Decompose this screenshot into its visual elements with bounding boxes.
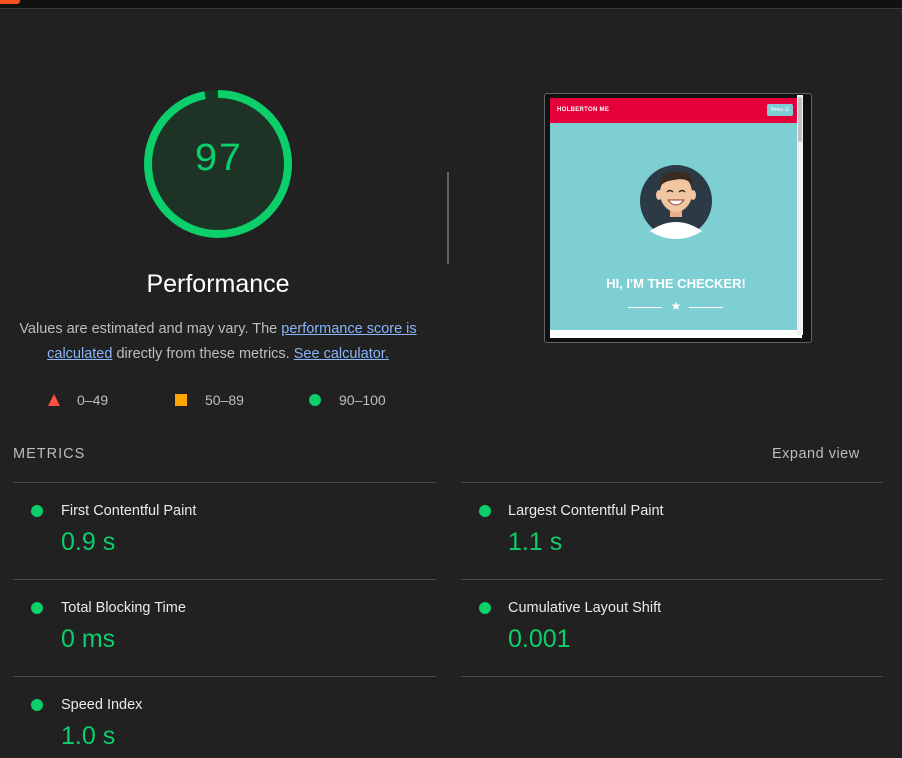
pass-circle-icon xyxy=(479,602,491,614)
screenshot-hero: HI, I'M THE CHECKER! ★ xyxy=(550,123,802,330)
screenshot-heading: HI, I'M THE CHECKER! xyxy=(606,276,746,291)
pass-circle-icon xyxy=(31,505,43,517)
pass-circle-icon xyxy=(479,505,491,517)
gauge-title: Performance xyxy=(146,270,290,298)
top-bar xyxy=(0,0,902,9)
see-calculator-link[interactable]: See calculator. xyxy=(294,346,389,362)
metrics-divider xyxy=(461,482,883,483)
score-value: 97 xyxy=(193,138,242,183)
description-prefix: Values are estimated and may vary. The xyxy=(19,321,282,337)
legend-average: 50–89 xyxy=(175,391,244,409)
pass-circle-icon xyxy=(31,699,43,711)
scrollbar-thumb xyxy=(798,97,802,142)
metrics-divider xyxy=(461,676,883,677)
circle-icon xyxy=(309,394,321,406)
vertical-divider xyxy=(447,172,449,264)
metric-title: Largest Contentful Paint xyxy=(508,503,664,519)
square-icon xyxy=(175,394,187,406)
metrics-header: METRICS xyxy=(13,446,86,462)
performance-gauge[interactable]: 97 xyxy=(142,88,294,240)
metric-value: 0.001 xyxy=(508,625,571,653)
lighthouse-logo-icon xyxy=(0,0,20,4)
star-icon: ★ xyxy=(670,299,682,313)
metric-value: 0 ms xyxy=(61,625,116,653)
metrics-divider xyxy=(13,482,436,483)
metric-title: Cumulative Layout Shift xyxy=(508,600,662,616)
triangle-icon xyxy=(48,394,60,406)
metric-value: 1.0 s xyxy=(61,722,116,750)
final-screenshot[interactable]: HOLBERTON ME Menu ☰ HI, I'M THE CHECKER!… xyxy=(544,93,812,343)
divider-line-left xyxy=(628,307,662,308)
pass-circle-icon xyxy=(31,602,43,614)
legend-average-range: 50–89 xyxy=(205,392,244,408)
screenshot-scrollbar xyxy=(797,95,803,335)
metric-title: Speed Index xyxy=(61,697,143,713)
score-description: Values are estimated and may vary. The p… xyxy=(14,317,422,367)
legend-fail: 0–49 xyxy=(48,391,108,409)
metrics-divider xyxy=(13,579,436,580)
metric-value: 0.9 s xyxy=(61,528,116,556)
metric-title: First Contentful Paint xyxy=(61,503,197,519)
avatar-illustration xyxy=(640,165,712,239)
legend-fail-range: 0–49 xyxy=(77,392,109,408)
metric-title: Total Blocking Time xyxy=(61,600,186,616)
metrics-divider xyxy=(13,676,436,677)
screenshot-brand: HOLBERTON ME xyxy=(557,107,610,113)
screenshot-page: HOLBERTON ME Menu ☰ HI, I'M THE CHECKER!… xyxy=(550,98,802,338)
expand-view-button[interactable]: Expand view xyxy=(772,446,860,462)
metrics-divider xyxy=(461,579,883,580)
legend-pass-range: 90–100 xyxy=(339,392,386,408)
description-middle: directly from these metrics. xyxy=(112,346,294,362)
screenshot-menu-button: Menu ☰ xyxy=(767,104,793,116)
divider-line-right xyxy=(689,307,723,308)
legend-pass: 90–100 xyxy=(309,391,386,409)
screenshot-navbar: HOLBERTON ME Menu ☰ xyxy=(550,98,802,123)
metric-value: 1.1 s xyxy=(508,528,563,556)
